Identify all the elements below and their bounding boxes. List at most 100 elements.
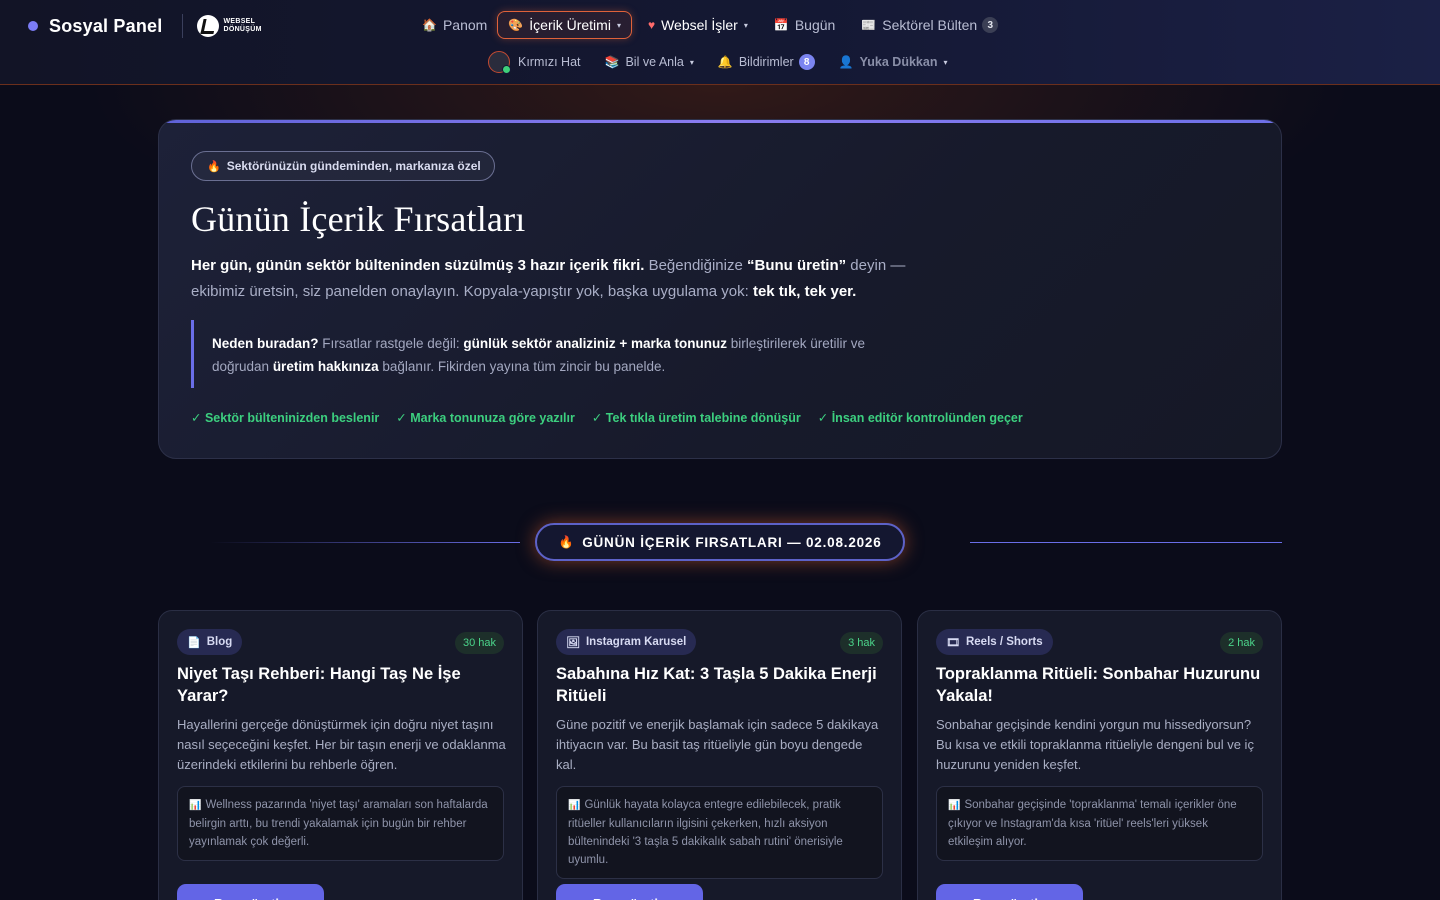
nav-kirmizi-hat[interactable]: Kırmızı Hat <box>488 50 591 74</box>
chart-icon: 📊 <box>948 800 961 811</box>
content-type-label: Blog <box>206 636 233 648</box>
feature-check-item: ✓ Tek tıkla üretim talebine dönüşür <box>591 411 801 425</box>
bulletin-count-badge: 3 <box>982 17 999 33</box>
produce-button[interactable]: Bunu üretin <box>556 884 703 900</box>
nav-user-menu[interactable]: 👤 Yuka Dükkan ▾ <box>829 50 958 74</box>
opportunity-card: 🎞 Reels / Shorts 2 hak Topraklanma Ritüe… <box>917 610 1282 900</box>
content-type-badge: 📄 Blog <box>177 629 243 655</box>
chart-icon: 📊 <box>568 800 581 811</box>
hero-lead: Her gün, günün sektör bülteninden süzülm… <box>191 253 921 305</box>
content-type-badge: 🎞 Reels / Shorts <box>936 629 1053 655</box>
card-insight-note: 📊 Sonbahar geçişinde 'topraklanma' temalı… <box>936 786 1263 861</box>
user-icon: 👤 <box>838 55 854 69</box>
section-heading: 🔥 GÜNÜN İÇERİK FIRSATLARI — 02.08.2026 <box>535 523 905 561</box>
nav-label: Sektörel Bülten <box>882 17 978 33</box>
lead-bold: tek tık, tek yer. <box>752 283 857 300</box>
nav-icerik-uretimi[interactable]: 🎨 İçerik Üretimi ▾ <box>497 11 632 39</box>
fire-icon: 🔥 <box>207 160 221 173</box>
hero-badge-text: Sektörünüzün gündeminden, markanıza özel <box>226 159 481 173</box>
nav-panom[interactable]: 🏠 Panom <box>412 11 497 39</box>
produce-button[interactable]: Bunu üretin <box>177 884 324 900</box>
brand-separator <box>182 14 184 38</box>
why-label: Neden buradan? <box>212 336 319 351</box>
image-icon: 🖼 <box>566 636 580 649</box>
secondary-nav: Kırmızı Hat 📚 Bil ve Anla ▾ 🔔 Bildirimle… <box>488 50 957 74</box>
nav-sektorel-bulten[interactable]: 📰 Sektörel Bülten 3 <box>851 11 1008 39</box>
document-icon: 📄 <box>187 636 201 649</box>
card-insight-note: 📊 Günlük hayata kolayca entegre edilebile… <box>556 786 883 879</box>
home-icon: 🏠 <box>422 18 437 32</box>
why-text: bağlanır. Fikirden yayına tüm zincir bu … <box>378 359 666 374</box>
chart-icon: 📊 <box>189 800 202 811</box>
lead-bold: Her gün, günün sektör bülteninden süzülm… <box>191 257 645 274</box>
nav-bugun[interactable]: 📅 Bugün <box>764 11 845 39</box>
card-title: Sabahına Hız Kat: 3 Taşla 5 Dakika Enerj… <box>556 665 877 705</box>
why-text: Fırsatlar rastgele değil: <box>318 336 464 351</box>
rights-badge: 3 hak <box>840 632 883 654</box>
logo-line2: DÖNÜŞÜM <box>223 26 262 33</box>
nav-label: Websel İşler <box>661 17 738 33</box>
top-bar: Sosyal Panel WEBSEL DÖNÜŞÜM 🏠 Panom 🎨 İçe… <box>0 0 1440 85</box>
insight-text: Wellness pazarında 'niyet taşı' aramalar… <box>189 799 488 848</box>
nav-label: Panom <box>442 17 488 33</box>
bell-icon: 🔔 <box>717 55 733 69</box>
content-type-label: Reels / Shorts <box>965 636 1043 648</box>
opportunity-card: 🖼 Instagram Karusel 3 hak Sabahına Hız K… <box>537 610 902 900</box>
palette-icon: 🎨 <box>508 18 524 32</box>
brand-title: Sosyal Panel <box>49 15 163 36</box>
caret-down-icon: ▾ <box>943 57 948 67</box>
lead-text: Beğendiğinize <box>644 257 747 274</box>
nav-bildirimler[interactable]: 🔔 Bildirimler 8 <box>708 50 825 74</box>
caret-down-icon: ▾ <box>616 20 621 30</box>
feature-check-item: ✓ Marka tonunuza göre yazılır <box>396 411 575 425</box>
card-description: Sonbahar geçişinde kendini yorgun mu his… <box>936 717 1254 772</box>
card-title: Topraklanma Ritüeli: Sonbahar Huzurunu Y… <box>936 665 1261 705</box>
hero-badge: 🔥 Sektörünüzün gündeminden, markanıza öz… <box>191 151 495 181</box>
content-type-label: Instagram Karusel <box>585 636 687 648</box>
card-insight-note: 📊 Wellness pazarında 'niyet taşı' aramala… <box>177 786 504 861</box>
section-divider-left <box>210 542 520 543</box>
rights-badge: 2 hak <box>1220 632 1263 654</box>
feature-check-item: ✓ İnsan editör kontrolünden geçer <box>817 411 1023 425</box>
heart-icon: ♥ <box>647 18 656 32</box>
brand[interactable]: Sosyal Panel WEBSEL DÖNÜŞÜM <box>28 14 262 38</box>
film-icon: 🎞 <box>946 636 960 649</box>
logo-line1: WEBSEL <box>223 18 256 25</box>
nav-label: Bildirimler <box>738 55 794 69</box>
books-icon: 📚 <box>604 55 620 69</box>
why-bold: üretim hakkınıza <box>272 359 379 374</box>
card-description: Güne pozitif ve enerjik başlamak için sa… <box>556 717 879 772</box>
insight-text: Günlük hayata kolayca entegre edilebilec… <box>568 799 843 866</box>
calendar-icon: 📅 <box>773 18 789 32</box>
feature-check-item: ✓ Sektör bülteninizden beslenir <box>191 411 380 425</box>
fire-icon: 🔥 <box>558 535 575 549</box>
newspaper-icon: 📰 <box>861 18 877 32</box>
hero-card: 🔥 Sektörünüzün gündeminden, markanıza öz… <box>158 119 1282 459</box>
produce-button[interactable]: Bunu üretin <box>936 884 1083 900</box>
brand-dot-icon <box>28 21 38 31</box>
page-title: Günün İçerik Fırsatları <box>191 199 526 239</box>
notification-count-badge: 8 <box>798 54 815 70</box>
section-divider-right <box>970 542 1282 543</box>
feature-checklist: ✓ Sektör bülteninizden beslenir ✓ Marka … <box>191 410 1023 425</box>
user-name: Yuka Dükkan <box>859 55 938 69</box>
section-heading-text: GÜNÜN İÇERİK FIRSATLARI — 02.08.2026 <box>582 534 882 550</box>
why-bold: günlük sektör analiziniz + marka tonunuz <box>463 336 727 351</box>
websel-logo: WEBSEL DÖNÜŞÜM <box>197 15 261 37</box>
nav-bil-ve-anla[interactable]: 📚 Bil ve Anla ▾ <box>595 50 704 74</box>
card-title: Niyet Taşı Rehberi: Hangi Taş Ne İşe Yar… <box>177 665 461 705</box>
nav-label: Bugün <box>794 17 836 33</box>
opportunity-card: 📄 Blog 30 hak Niyet Taşı Rehberi: Hangi … <box>158 610 523 900</box>
caret-down-icon: ▾ <box>743 20 748 30</box>
insight-text: Sonbahar geçişinde 'topraklanma' temalı … <box>948 799 1237 848</box>
lead-bold: “Bunu üretin” <box>746 257 847 274</box>
nav-label: Bil ve Anla <box>625 55 684 69</box>
nav-label: İçerik Üretimi <box>529 17 611 33</box>
rights-badge: 30 hak <box>454 632 504 654</box>
nav-websel-isler[interactable]: ♥ Websel İşler ▾ <box>638 11 758 39</box>
nav-label: Kırmızı Hat <box>518 55 581 69</box>
avatar-icon <box>488 51 511 74</box>
why-here-callout: Neden buradan? Fırsatlar rastgele değil:… <box>191 320 901 388</box>
caret-down-icon: ▾ <box>689 57 694 67</box>
content-type-badge: 🖼 Instagram Karusel <box>556 629 697 655</box>
